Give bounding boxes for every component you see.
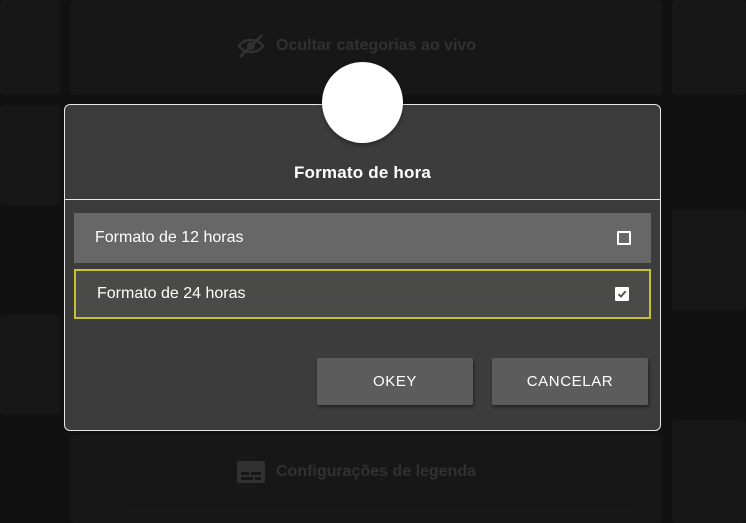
checkbox-unchecked-icon[interactable]	[617, 231, 631, 245]
option-12-hour[interactable]: Formato de 12 horas	[74, 213, 651, 263]
option-label: Formato de 24 horas	[97, 285, 246, 302]
ok-button[interactable]: OKEY	[317, 358, 473, 405]
option-24-hour[interactable]: Formato de 24 horas	[74, 269, 651, 319]
dialog-title: Formato de hora	[293, 163, 432, 182]
cancel-button[interactable]: CANCELAR	[492, 358, 648, 405]
option-label: Formato de 12 horas	[95, 229, 244, 246]
time-format-dialog: Formato de hora Formato de 12 horas Form…	[64, 104, 661, 431]
checkbox-checked-icon[interactable]	[615, 287, 629, 301]
dialog-avatar-circle	[322, 62, 403, 143]
